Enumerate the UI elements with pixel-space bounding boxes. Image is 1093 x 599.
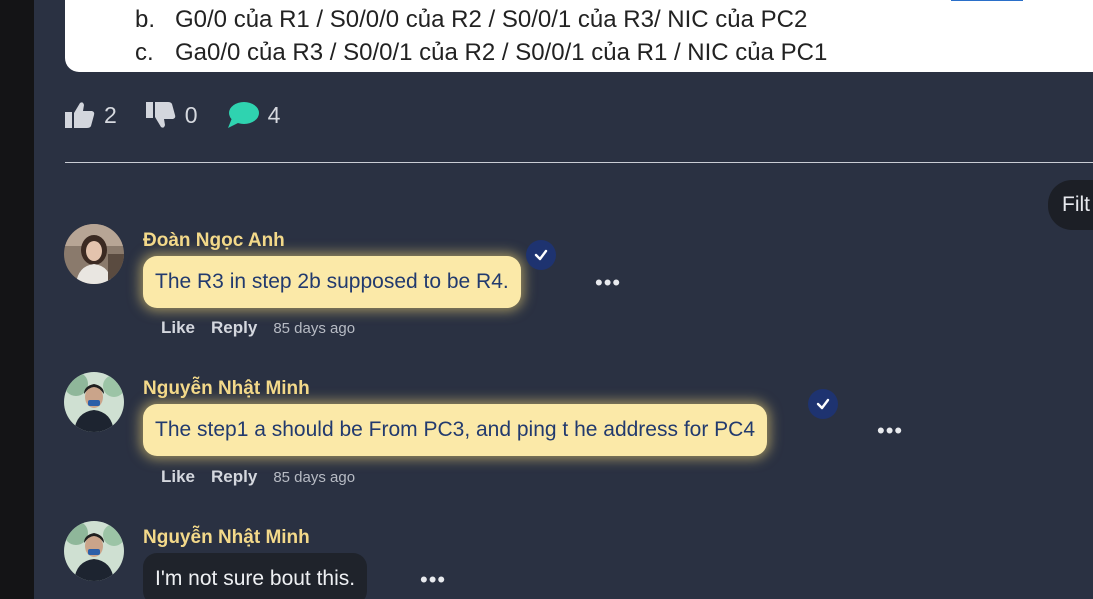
comment-reaction[interactable]: 4 (226, 100, 281, 130)
comment-icon[interactable] (226, 100, 260, 130)
option-c: c. Ga0/0 của R3 / S0/0/1 của R2 / S0/0/1 … (135, 39, 827, 67)
comment-actions: Like Reply 85 days ago (161, 467, 355, 487)
left-edge-strip (0, 0, 34, 599)
more-options-icon[interactable]: ••• (595, 272, 621, 294)
comment-bubble: I'm not sure bout this. (143, 553, 368, 599)
comment-actions: Like Reply 85 days ago (161, 318, 355, 338)
avatar[interactable] (64, 224, 124, 284)
comment-count: 4 (267, 101, 281, 128)
avatar[interactable] (64, 521, 124, 581)
thumbs-down-icon[interactable] (145, 100, 177, 130)
verified-check-icon (526, 240, 556, 270)
option-b: b. G0/0 của R1 / S0/0/0 của R2 / S0/0/1 c… (135, 6, 807, 34)
filter-button[interactable]: Filt (1048, 180, 1093, 230)
option-letter: c. (135, 39, 154, 66)
reply-button[interactable]: Reply (211, 318, 257, 338)
option-text: G0/0 của R1 / S0/0/0 của R2 / S0/0/1 của… (175, 6, 808, 33)
like-button[interactable]: Like (161, 467, 195, 487)
reply-button[interactable]: Reply (211, 467, 257, 487)
comment-bubble: The step1 a should be From PC3, and ping… (143, 404, 768, 456)
more-options-icon[interactable]: ••• (877, 420, 903, 442)
question-card: b. G0/0 của R1 / S0/0/0 của R2 / S0/0/1 c… (65, 0, 1093, 72)
divider (65, 162, 1093, 163)
option-text: Ga0/0 của R3 / S0/0/1 của R2 / S0/0/1 củ… (175, 39, 828, 66)
comment-timestamp: 85 days ago (273, 468, 356, 486)
avatar[interactable] (64, 372, 124, 432)
verified-check-icon (808, 389, 838, 419)
underline-link (951, 0, 1023, 1)
more-options-icon[interactable]: ••• (420, 569, 446, 591)
comment-author[interactable]: Đoàn Ngọc Anh (143, 230, 285, 252)
reaction-bar: 2 0 4 (64, 98, 308, 132)
dislike-reaction[interactable]: 0 (145, 100, 198, 130)
comment-timestamp: 85 days ago (273, 319, 356, 337)
like-button[interactable]: Like (161, 318, 195, 338)
comment-bubble: The R3 in step 2b supposed to be R4. (143, 256, 521, 308)
like-reaction[interactable]: 2 (64, 100, 117, 130)
dislike-count: 0 (184, 101, 198, 128)
thumbs-up-icon[interactable] (64, 100, 96, 130)
option-letter: b. (135, 6, 156, 33)
like-count: 2 (104, 101, 117, 128)
comment-author[interactable]: Nguyễn Nhật Minh (143, 378, 310, 400)
discussion-panel: b. G0/0 của R1 / S0/0/0 của R2 / S0/0/1 c… (34, 0, 1093, 599)
comment-author[interactable]: Nguyễn Nhật Minh (143, 527, 310, 549)
